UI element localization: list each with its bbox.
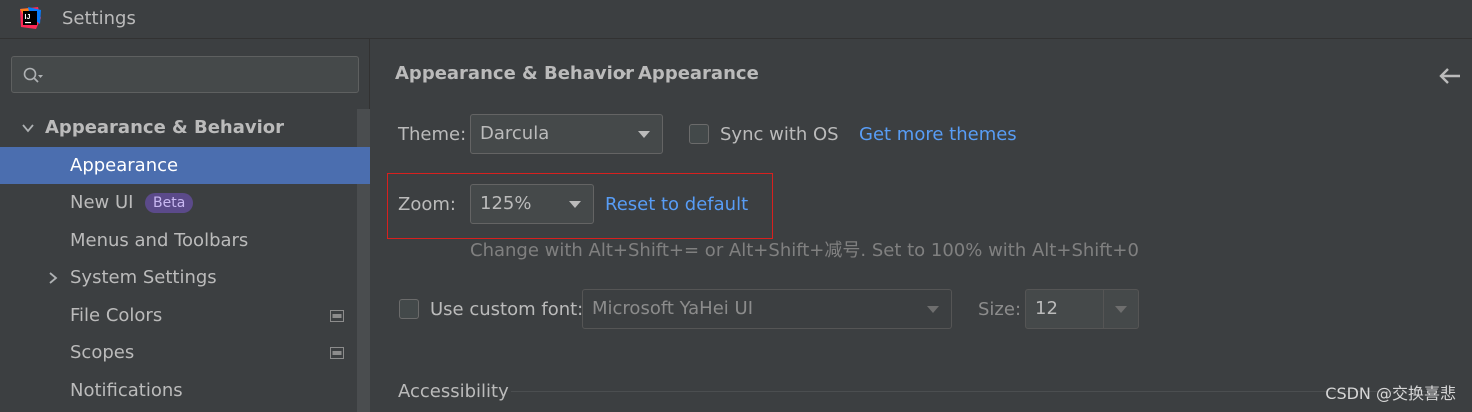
dropdown-arrow-icon (569, 201, 581, 208)
sidebar-item-label: Menus and Toolbars (70, 230, 249, 251)
breadcrumb-parent[interactable]: Appearance & Behavior (395, 63, 634, 84)
project-level-icon (330, 347, 344, 359)
zoom-value: 125% (480, 193, 532, 214)
theme-dropdown[interactable]: Darcula (470, 114, 663, 154)
settings-content: Appearance & Behavior › Appearance Theme… (371, 39, 1472, 412)
search-input[interactable] (11, 56, 359, 93)
sidebar-item-scopes[interactable]: Scopes (0, 334, 370, 371)
dropdown-arrow-icon (927, 306, 939, 313)
settings-sidebar: Appearance & Behavior Appearance New UI … (0, 39, 370, 412)
sidebar-item-appearance[interactable]: Appearance (0, 147, 370, 184)
back-arrow-icon[interactable] (1438, 67, 1462, 85)
search-icon[interactable] (22, 66, 44, 84)
font-family-dropdown[interactable]: Microsoft YaHei UI (582, 289, 952, 329)
sidebar-item-new-ui[interactable]: New UI Beta (0, 184, 370, 221)
breadcrumb-current: Appearance (638, 63, 759, 84)
sync-with-os-label[interactable]: Sync with OS (720, 124, 839, 145)
beta-badge: Beta (145, 193, 194, 213)
use-custom-font-checkbox[interactable] (399, 299, 419, 319)
title-bar: IJ Settings (0, 0, 1472, 39)
window-title: Settings (62, 8, 136, 29)
sidebar-item-menus-toolbars[interactable]: Menus and Toolbars (0, 222, 370, 259)
zoom-hint: Change with Alt+Shift+= or Alt+Shift+减号.… (470, 240, 1139, 261)
sidebar-item-label: Notifications (70, 380, 183, 401)
sidebar-item-label: System Settings (70, 267, 217, 288)
chevron-right-icon[interactable] (46, 271, 60, 285)
section-divider (511, 391, 1451, 392)
sidebar-item-file-colors[interactable]: File Colors (0, 297, 370, 334)
sidebar-item-label: Appearance (70, 155, 179, 176)
sidebar-item-label: Scopes (70, 342, 135, 363)
sidebar-item-system-settings[interactable]: System Settings (0, 259, 370, 296)
watermark: CSDN @交换喜悲 (1325, 384, 1456, 403)
dropdown-arrow-icon[interactable] (1115, 306, 1127, 314)
sidebar-item-label: File Colors (70, 305, 163, 326)
font-size-value: 12 (1035, 298, 1058, 319)
use-custom-font-label[interactable]: Use custom font: (430, 299, 583, 320)
sidebar-item-label: New UI (70, 192, 134, 213)
font-size-combobox[interactable]: 12 (1025, 289, 1139, 329)
zoom-dropdown[interactable]: 125% (470, 184, 594, 224)
project-level-icon (330, 310, 344, 322)
sidebar-item-label: Appearance & Behavior (45, 117, 285, 138)
reset-zoom-link[interactable]: Reset to default (605, 194, 748, 215)
intellij-idea-icon: IJ (20, 7, 41, 29)
dropdown-arrow-icon (638, 131, 650, 138)
sidebar-item-notifications[interactable]: Notifications (0, 372, 370, 409)
zoom-label: Zoom: (398, 194, 456, 215)
theme-label: Theme: (398, 124, 467, 145)
font-family-value: Microsoft YaHei UI (592, 298, 753, 319)
sync-with-os-checkbox[interactable] (689, 124, 709, 144)
svg-text:IJ: IJ (25, 14, 31, 21)
chevron-down-icon[interactable] (21, 121, 35, 135)
accessibility-section-title: Accessibility (398, 381, 509, 402)
combo-divider (1103, 290, 1104, 328)
get-more-themes-link[interactable]: Get more themes (859, 124, 1017, 145)
breadcrumb-separator: › (620, 63, 628, 84)
theme-value: Darcula (480, 123, 550, 144)
font-size-label: Size: (978, 299, 1022, 320)
sidebar-item-appearance-behavior[interactable]: Appearance & Behavior (0, 109, 370, 146)
